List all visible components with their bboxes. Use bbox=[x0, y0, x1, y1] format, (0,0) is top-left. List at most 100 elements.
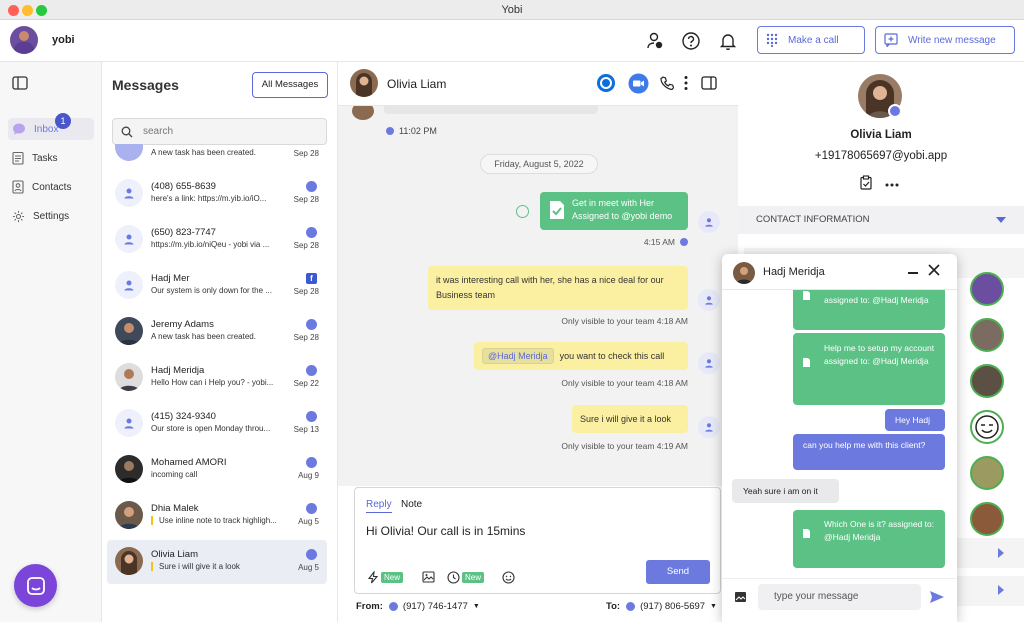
mention-tag[interactable]: @Hadj Meridja bbox=[482, 348, 554, 364]
conversation-preview: Use inline note to track highligh... bbox=[151, 516, 277, 525]
more-options-icon[interactable] bbox=[885, 178, 899, 190]
conversation-date: Sep 28 bbox=[293, 149, 319, 158]
conversation-item[interactable]: Hadj Mer Our system is only down for the… bbox=[107, 264, 327, 308]
snippets-button[interactable]: New bbox=[367, 571, 404, 584]
phone-icon[interactable] bbox=[660, 76, 675, 93]
timestamp-text: 11:02 PM bbox=[399, 126, 437, 136]
contact-information-header[interactable]: CONTACT INFORMATION bbox=[738, 206, 1024, 234]
outgoing-message[interactable]: can you help me with this client? bbox=[793, 434, 945, 470]
conversation-list: A new task has been created. Sep 28 (408… bbox=[102, 144, 338, 622]
tab-reply[interactable]: Reply bbox=[366, 499, 392, 513]
conversation-item[interactable]: (408) 655-8639 here's a link: https://m.… bbox=[107, 172, 327, 216]
incoming-message[interactable]: Yeah sure i am on it bbox=[732, 479, 839, 503]
calendly-icon[interactable] bbox=[596, 73, 616, 96]
team-member-avatar[interactable] bbox=[970, 456, 1004, 490]
minimize-icon[interactable] bbox=[908, 272, 918, 274]
nav-item-settings[interactable]: Settings bbox=[8, 205, 94, 227]
conversation-item[interactable]: Olivia Liam Sure i will give it a look A… bbox=[107, 540, 327, 584]
team-member-avatar[interactable] bbox=[970, 410, 1004, 444]
compose-textarea[interactable]: Hi Olivia! Our call is in 15mins bbox=[366, 524, 525, 538]
task-complete-checkbox[interactable] bbox=[516, 205, 529, 218]
sidebar-toggle-icon[interactable] bbox=[12, 76, 28, 93]
task-message[interactable]: assigned to: @Hadj Meridja bbox=[793, 290, 945, 330]
outgoing-message[interactable]: Hey Hadj bbox=[885, 409, 945, 431]
task-icon bbox=[803, 529, 810, 538]
help-chat-launcher[interactable] bbox=[14, 564, 57, 607]
chevron-down-icon: ▼ bbox=[710, 603, 717, 610]
messages-panel: Messages All Messages search A new task … bbox=[102, 62, 338, 622]
popup-message-text: Yeah sure i am on it bbox=[743, 486, 818, 496]
minimize-window-button[interactable] bbox=[22, 5, 33, 16]
conversation-item[interactable]: Dhia Malek Use inline note to track high… bbox=[107, 494, 327, 538]
chat-channel-icon bbox=[306, 549, 317, 560]
make-call-button[interactable]: Make a call bbox=[757, 26, 865, 54]
conversation-preview: incoming call bbox=[151, 470, 198, 479]
camera-icon[interactable] bbox=[888, 104, 902, 118]
conversation-item[interactable]: Mohamed AMORI incoming call Aug 9 bbox=[107, 448, 327, 492]
internal-note[interactable]: it was interesting call with her, she ha… bbox=[428, 266, 688, 310]
to-number-selector[interactable]: To: (917) 806-5697 ▼ bbox=[606, 601, 717, 612]
team-member-avatar[interactable] bbox=[970, 364, 1004, 398]
user-avatar[interactable] bbox=[10, 26, 38, 54]
internal-note[interactable]: @Hadj Meridja you want to check this cal… bbox=[474, 342, 688, 370]
emoji-icon[interactable] bbox=[502, 571, 515, 584]
more-options-icon[interactable] bbox=[684, 75, 688, 94]
conversation-panel: Olivia Liam 11:02 PM Friday, August 5, 2… bbox=[338, 62, 738, 622]
send-icon[interactable] bbox=[929, 590, 945, 607]
conversation-preview: Our system is only down for the ... bbox=[151, 286, 272, 295]
note-text: Sure i will give it a look bbox=[580, 414, 672, 424]
image-icon[interactable] bbox=[422, 571, 435, 583]
conversation-item[interactable]: (650) 823-7747 https://m.yib.io/niQeu - … bbox=[107, 218, 327, 262]
agent-status-icon[interactable] bbox=[645, 31, 665, 51]
task-icon bbox=[803, 291, 810, 300]
nav-label-tasks: Tasks bbox=[32, 152, 58, 164]
zoom-window-button[interactable] bbox=[36, 5, 47, 16]
from-number-selector[interactable]: From: (917) 746-1477 ▼ bbox=[356, 601, 480, 612]
conversation-item[interactable]: Jeremy Adams A new task has been created… bbox=[107, 310, 327, 354]
clipboard-icon[interactable] bbox=[859, 175, 873, 193]
message-composer: Reply Note Hi Olivia! Our call is in 15m… bbox=[354, 487, 721, 594]
video-call-icon[interactable] bbox=[628, 73, 649, 97]
conversation-item[interactable]: Hadj Meridja Hello How can i Help you? -… bbox=[107, 356, 327, 400]
conversation-contact-name: Olivia Liam bbox=[387, 77, 447, 91]
image-icon[interactable] bbox=[734, 591, 747, 606]
write-message-button[interactable]: Write new message bbox=[875, 26, 1015, 54]
nav-item-tasks[interactable]: Tasks bbox=[8, 147, 94, 169]
task-icon bbox=[550, 201, 564, 219]
search-input[interactable]: search bbox=[112, 118, 327, 145]
team-member-avatar[interactable] bbox=[970, 318, 1004, 352]
make-call-label: Make a call bbox=[788, 34, 839, 46]
task-message[interactable]: Get in meet with Her Assigned to @yobi d… bbox=[540, 192, 688, 230]
tab-note[interactable]: Note bbox=[401, 499, 422, 510]
conversation-name: (650) 823-7747 bbox=[151, 227, 216, 238]
popup-message-input[interactable]: type your message bbox=[758, 584, 921, 610]
nav-item-inbox[interactable]: Inbox 1 bbox=[8, 113, 94, 140]
panel-toggle-icon[interactable] bbox=[701, 76, 717, 93]
team-member-avatar[interactable] bbox=[970, 502, 1004, 536]
task-assignee: Assigned to @yobi demo bbox=[572, 211, 673, 221]
all-messages-filter[interactable]: All Messages bbox=[252, 72, 328, 98]
task-title: Get in meet with Her bbox=[572, 198, 655, 208]
conversation-date: Aug 5 bbox=[298, 517, 319, 526]
close-icon[interactable] bbox=[928, 264, 940, 279]
conversation-preview: https://m.yib.io/niQeu - yobi via ... bbox=[151, 240, 270, 249]
previous-message-bubble bbox=[384, 106, 598, 114]
contact-avatar[interactable] bbox=[350, 69, 378, 97]
person-icon bbox=[115, 179, 143, 207]
schedule-button[interactable]: New bbox=[447, 571, 485, 584]
bell-icon[interactable] bbox=[718, 31, 738, 51]
nav-item-contacts[interactable]: Contacts bbox=[8, 176, 94, 198]
send-button[interactable]: Send bbox=[646, 560, 710, 584]
team-member-avatar[interactable] bbox=[970, 272, 1004, 306]
task-message[interactable]: Help me to setup my account assigned to:… bbox=[793, 333, 945, 405]
conversation-item[interactable]: A new task has been created. Sep 28 bbox=[107, 144, 327, 170]
person-icon bbox=[115, 225, 143, 253]
close-window-button[interactable] bbox=[8, 5, 19, 16]
conversation-item[interactable]: (415) 324-9340 Our store is open Monday … bbox=[107, 402, 327, 446]
from-label: From: bbox=[356, 601, 383, 612]
popup-message-text: Hey Hadj bbox=[895, 415, 930, 425]
conversation-name: Hadj Meridja bbox=[151, 365, 205, 376]
task-message[interactable]: Which One is it? assigned to: @Hadj Meri… bbox=[793, 510, 945, 568]
help-icon[interactable] bbox=[681, 31, 701, 51]
internal-note[interactable]: Sure i will give it a look bbox=[572, 405, 688, 433]
